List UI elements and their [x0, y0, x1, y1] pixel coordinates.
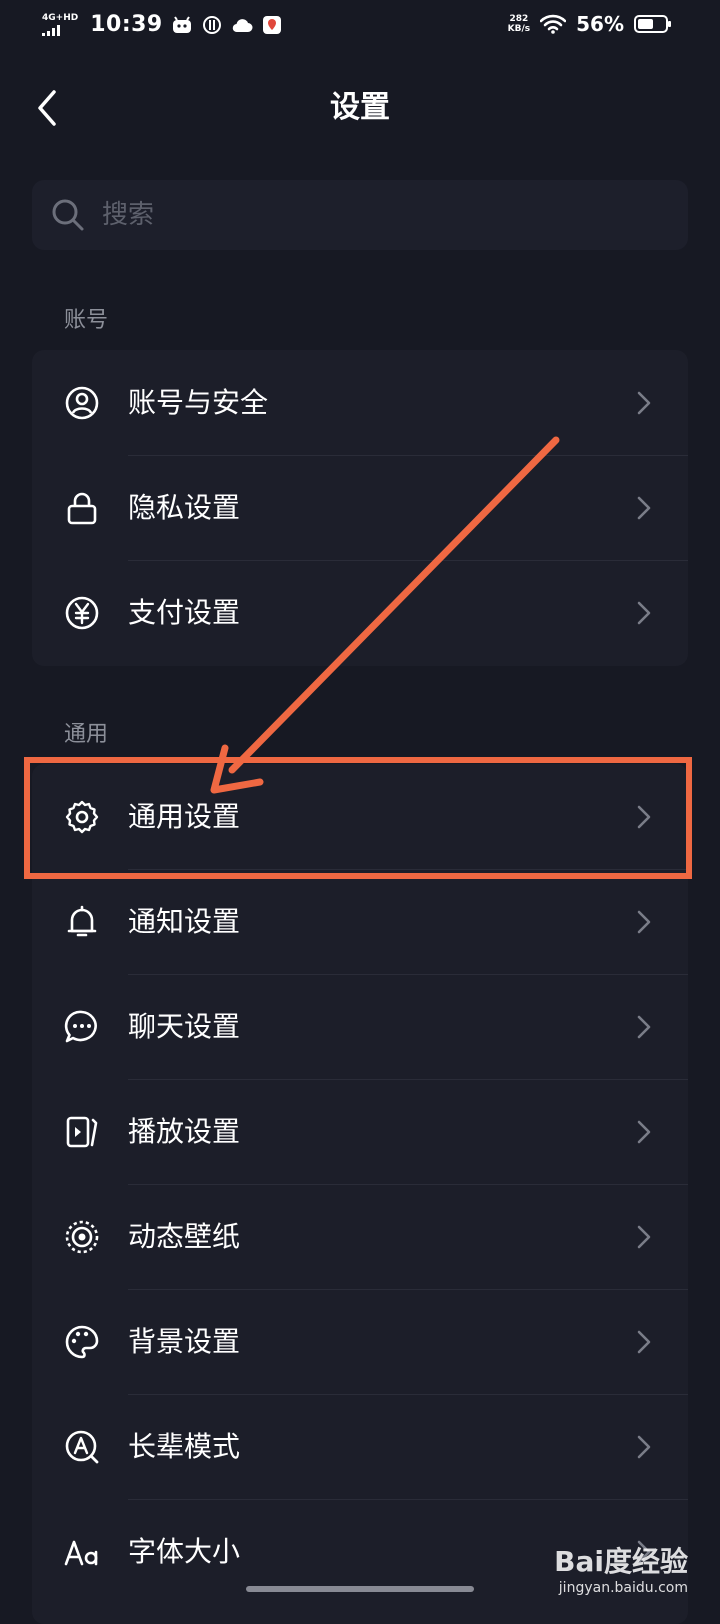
yen-icon: [65, 596, 99, 630]
settings-item-notifications[interactable]: 通知设置: [32, 869, 688, 975]
elder-mode-icon: [65, 1430, 99, 1464]
settings-item-label: 字体大小: [128, 1535, 241, 1568]
font-size-icon: [64, 1540, 98, 1566]
settings-item-payment[interactable]: 支付设置: [32, 560, 688, 666]
network-speed: 282 KB/s: [508, 14, 530, 34]
chevron-right-icon: [637, 391, 651, 415]
status-bar: 4G+HD 10:39 282 KB/s 56%: [0, 0, 720, 56]
chevron-right-icon: [637, 496, 651, 520]
settings-item-label: 背景设置: [128, 1325, 241, 1358]
page-title: 设置: [330, 90, 390, 125]
watermark: Bai度经验 jingyan.baidu.com: [554, 1540, 688, 1596]
settings-item-label: 隐私设置: [128, 491, 241, 524]
palette-icon: [65, 1325, 99, 1359]
settings-item-live-wallpaper[interactable]: 动态壁纸: [32, 1184, 688, 1290]
chevron-right-icon: [637, 1120, 651, 1144]
general-settings-card: 通用设置 通知设置 聊天设置 播放设置 动态壁纸 背景设置 长辈模式 字体大小: [32, 764, 688, 1624]
search-bar[interactable]: [32, 180, 688, 250]
highlight-box: [24, 757, 692, 879]
watermark-url: jingyan.baidu.com: [558, 1580, 688, 1596]
user-icon: [65, 386, 99, 420]
battery-percent: 56%: [576, 12, 624, 36]
chevron-right-icon: [637, 1225, 651, 1249]
clock: 10:39: [90, 12, 163, 37]
chevron-right-icon: [637, 1015, 651, 1039]
speed-value: 282: [509, 14, 529, 24]
chevron-right-icon: [637, 910, 651, 934]
play-icon: [66, 1116, 98, 1148]
wifi-icon: [540, 14, 567, 34]
location-app-icon: [261, 14, 283, 36]
status-right: 282 KB/s 56%: [508, 12, 671, 36]
settings-item-label: 长辈模式: [128, 1430, 241, 1463]
back-button[interactable]: [28, 86, 68, 130]
settings-item-label: 聊天设置: [128, 1010, 241, 1043]
watermark-brand: Bai度经验: [554, 1545, 688, 1578]
settings-item-background[interactable]: 背景设置: [32, 1289, 688, 1395]
chevron-right-icon: [637, 1435, 651, 1459]
status-left: 4G+HD 10:39: [42, 12, 283, 37]
search-icon: [52, 199, 84, 231]
settings-item-playback[interactable]: 播放设置: [32, 1079, 688, 1185]
settings-item-account-security[interactable]: 账号与安全: [32, 350, 688, 456]
signal-bars-icon: [42, 24, 78, 36]
settings-item-label: 通知设置: [128, 905, 241, 938]
section-label-account: 账号: [64, 308, 109, 333]
speed-unit: KB/s: [507, 24, 531, 34]
chat-icon: [64, 1010, 97, 1043]
search-input[interactable]: [100, 199, 664, 231]
cloud-icon: [231, 14, 253, 36]
bell-icon: [67, 905, 97, 937]
account-settings-card: 账号与安全 隐私设置 支付设置: [32, 350, 688, 666]
home-indicator[interactable]: [246, 1586, 474, 1592]
chevron-right-icon: [637, 1330, 651, 1354]
settings-item-label: 账号与安全: [128, 386, 269, 419]
section-label-general: 通用: [64, 722, 109, 747]
settings-item-chat[interactable]: 聊天设置: [32, 974, 688, 1080]
settings-item-label: 动态壁纸: [128, 1220, 241, 1253]
network-type: 4G+HD: [42, 12, 79, 23]
data-saver-icon: [201, 14, 223, 36]
settings-item-privacy[interactable]: 隐私设置: [32, 455, 688, 561]
chevron-left-icon: [38, 90, 56, 126]
notification-app-icon: [171, 14, 193, 36]
battery-icon: [634, 15, 671, 33]
settings-item-elder-mode[interactable]: 长辈模式: [32, 1394, 688, 1500]
settings-item-label: 播放设置: [128, 1115, 241, 1148]
wallpaper-icon: [65, 1220, 99, 1254]
cellular-signal: 4G+HD: [42, 12, 79, 36]
lock-icon: [67, 492, 97, 525]
chevron-right-icon: [637, 601, 651, 625]
settings-item-label: 支付设置: [128, 596, 241, 629]
